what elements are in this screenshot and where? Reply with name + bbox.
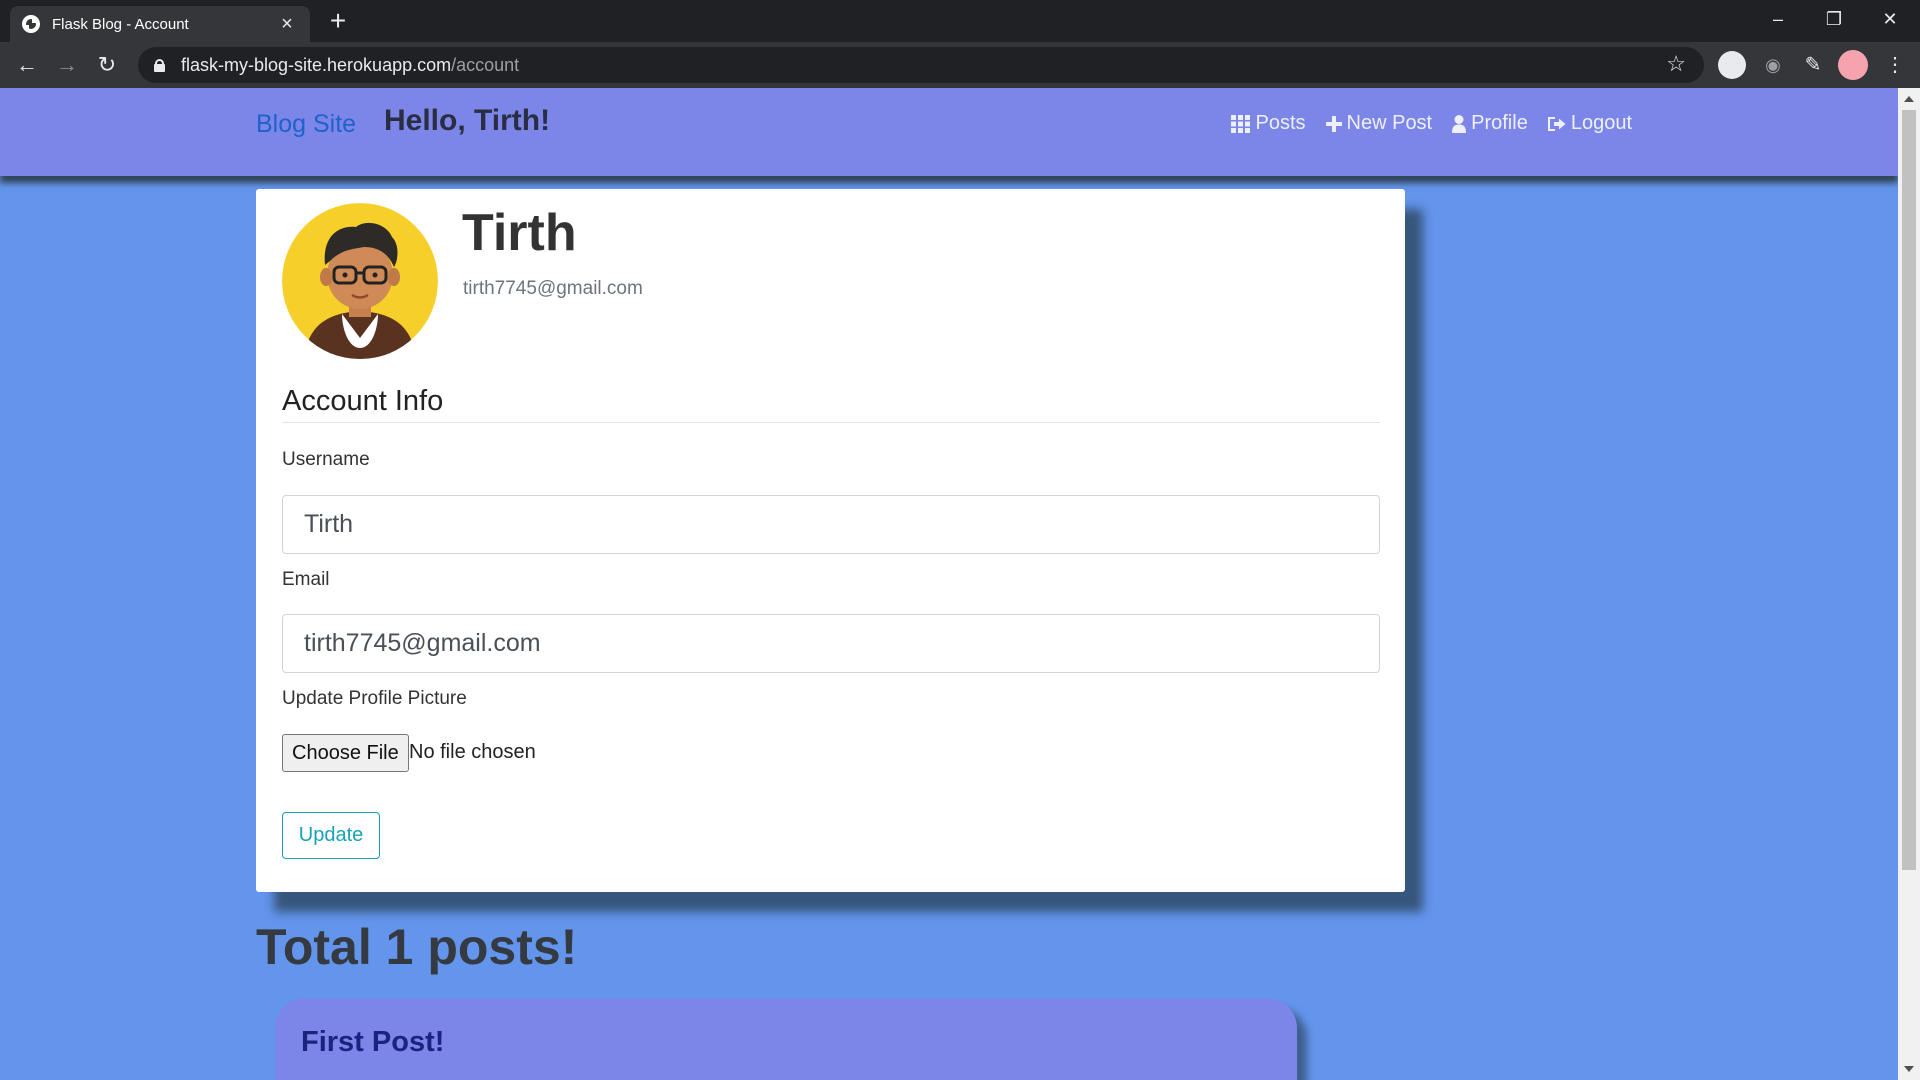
username-label: Username [282,449,370,470]
nav-link-label: Profile [1471,112,1528,134]
site-navbar: Blog Site Hello, Tirth! Posts New Post P… [0,88,1898,176]
close-window-icon[interactable]: ✕ [1862,0,1918,42]
choose-file-button[interactable]: Choose File [282,734,409,772]
browser-tab[interactable]: Flask Blog - Account × [10,6,310,42]
browser-tab-strip: Flask Blog - Account × + – ❐ ✕ [0,0,1920,42]
plus-icon [1325,115,1342,132]
scroll-down-icon[interactable] [1904,1066,1914,1072]
total-posts-heading: Total 1 posts! [256,919,578,975]
back-icon[interactable]: ← [10,48,44,82]
update-button[interactable]: Update [282,812,380,859]
nav-link-new-post[interactable]: New Post [1325,112,1433,135]
extension-icon[interactable] [1718,51,1746,79]
nav-link-label: Logout [1570,112,1632,134]
nav-link-profile[interactable]: Profile [1452,112,1528,135]
account-info-heading: Account Info [282,385,1380,423]
profile-avatar [282,203,438,359]
scroll-thumb[interactable] [1902,110,1916,870]
avatar-icon[interactable] [1838,50,1868,80]
page-scrollbar[interactable] [1898,88,1920,1080]
post-card: First Post! [275,998,1297,1080]
nav-link-posts[interactable]: Posts [1230,112,1306,135]
address-bar[interactable]: flask-my-blog-site.herokuapp.com/account… [138,47,1704,83]
reload-icon[interactable]: ↻ [90,48,124,82]
no-file-text: No file chosen [409,741,536,763]
nav-link-label: New Post [1346,112,1433,134]
account-card: Tirth tirth7745@gmail.com Account Info U… [256,189,1405,892]
grid-icon [1230,114,1250,133]
username-field[interactable] [282,495,1380,554]
logout-icon [1547,116,1566,131]
nav-link-label: Posts [1255,112,1306,134]
menu-dots-icon[interactable]: ⋮ [1880,50,1910,80]
forward-icon[interactable]: → [50,48,84,82]
tab-title: Flask Blog - Account [52,15,189,33]
email-field[interactable] [282,614,1380,673]
tab-close-icon[interactable]: × [276,13,298,36]
bookmark-star-icon[interactable]: ☆ [1666,51,1686,77]
new-tab-button[interactable]: + [322,5,354,37]
brand-link[interactable]: Blog Site [256,110,356,139]
post-title-link[interactable]: First Post! [301,1026,444,1059]
email-label: Email [282,569,330,590]
nav-links: Posts New Post Profile Logout [1230,112,1632,135]
url-text: flask-my-blog-site.herokuapp.com/account [181,54,520,75]
camera-icon[interactable]: ◉ [1758,50,1788,80]
browser-toolbar: ← → ↻ flask-my-blog-site.herokuapp.com/a… [0,42,1920,88]
nav-link-logout[interactable]: Logout [1547,112,1632,135]
restore-icon[interactable]: ❐ [1806,0,1862,42]
profile-username: Tirth [462,204,577,262]
puzzle-icon[interactable]: ✎ [1798,50,1828,80]
scroll-up-icon[interactable] [1904,96,1914,102]
lock-icon [154,58,165,72]
picture-label: Update Profile Picture [282,688,467,709]
minimize-icon[interactable]: – [1750,0,1806,42]
user-icon [1452,114,1467,133]
greeting: Hello, Tirth! [384,104,551,137]
profile-email: tirth7745@gmail.com [463,278,643,299]
globe-icon [22,15,40,33]
